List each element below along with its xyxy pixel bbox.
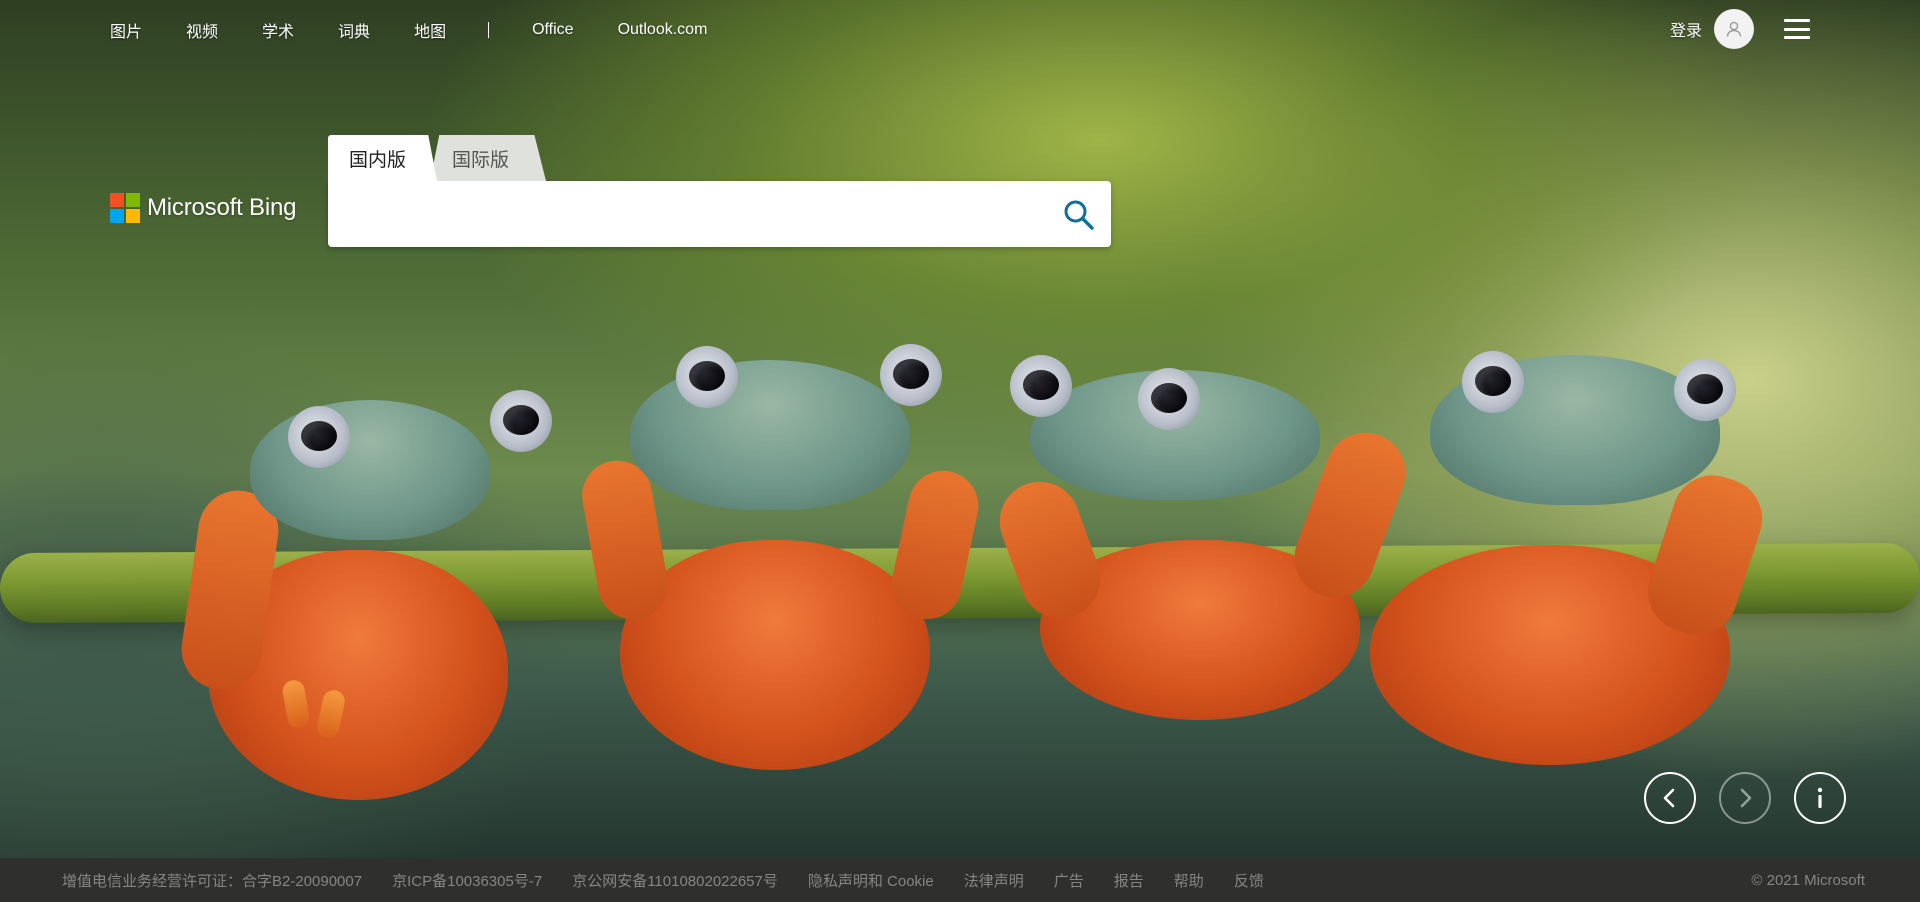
search-box — [328, 181, 1111, 247]
search-icon[interactable] — [1061, 197, 1097, 233]
nav-link-images[interactable]: 图片 — [110, 18, 142, 42]
nav-link-dictionary[interactable]: 词典 — [338, 18, 370, 42]
background-image — [0, 0, 1920, 858]
footer-privacy[interactable]: 隐私声明和 Cookie — [808, 870, 934, 891]
footer-police-record[interactable]: 京公网安备11010802022657号 — [572, 870, 778, 891]
chevron-left-icon[interactable] — [1644, 772, 1696, 824]
footer-license: 增值电信业务经营许可证：合字B2-20090007 — [62, 872, 363, 890]
chevron-right-icon[interactable] — [1719, 772, 1771, 824]
footer-feedback[interactable]: 反馈 — [1234, 870, 1264, 891]
nav-link-videos[interactable]: 视频 — [186, 18, 218, 42]
footer-links: 增值电信业务经营许可证：合字B2-20090007 京ICP备10036305号… — [62, 870, 1294, 891]
login-link[interactable]: 登录 — [1670, 17, 1702, 41]
frog — [576, 340, 985, 770]
hamburger-menu-icon[interactable] — [1784, 19, 1810, 39]
tab-international[interactable]: 国际版 — [430, 135, 546, 181]
frog — [1360, 345, 1780, 765]
microsoft-logo-icon — [110, 193, 140, 223]
nav-link-office[interactable]: Office — [532, 21, 574, 39]
copyright: © 2021 Microsoft — [1751, 871, 1865, 889]
footer-report[interactable]: 报告 — [1114, 870, 1144, 891]
footer-icp[interactable]: 京ICP备10036305号-7 — [392, 870, 542, 891]
nav-separator — [488, 22, 490, 38]
footer-help[interactable]: 帮助 — [1174, 870, 1204, 891]
frog — [988, 350, 1417, 720]
frog — [176, 390, 552, 800]
search-area: 国内版 国际版 — [328, 135, 1111, 247]
nav-links: 图片 视频 学术 词典 地图 Office Outlook.com — [110, 18, 751, 42]
nav-link-outlook[interactable]: Outlook.com — [618, 21, 708, 39]
bing-logo[interactable]: Microsoft Bing — [110, 193, 296, 223]
info-icon[interactable] — [1794, 772, 1846, 824]
account-area: 登录 — [1670, 9, 1810, 49]
search-input[interactable] — [346, 195, 1046, 233]
top-nav: 图片 视频 学术 词典 地图 Office Outlook.com 登录 — [0, 0, 1920, 58]
nav-link-maps[interactable]: 地图 — [414, 18, 446, 42]
search-tabs: 国内版 国际版 — [328, 135, 1111, 181]
nav-link-academic[interactable]: 学术 — [262, 18, 294, 42]
footer-ads[interactable]: 广告 — [1054, 870, 1084, 891]
footer: 增值电信业务经营许可证：合字B2-20090007 京ICP备10036305号… — [0, 858, 1920, 902]
tab-domestic[interactable]: 国内版 — [328, 135, 437, 181]
brand-name: Microsoft Bing — [147, 194, 297, 221]
user-icon[interactable] — [1714, 9, 1754, 49]
footer-legal[interactable]: 法律声明 — [964, 870, 1024, 891]
